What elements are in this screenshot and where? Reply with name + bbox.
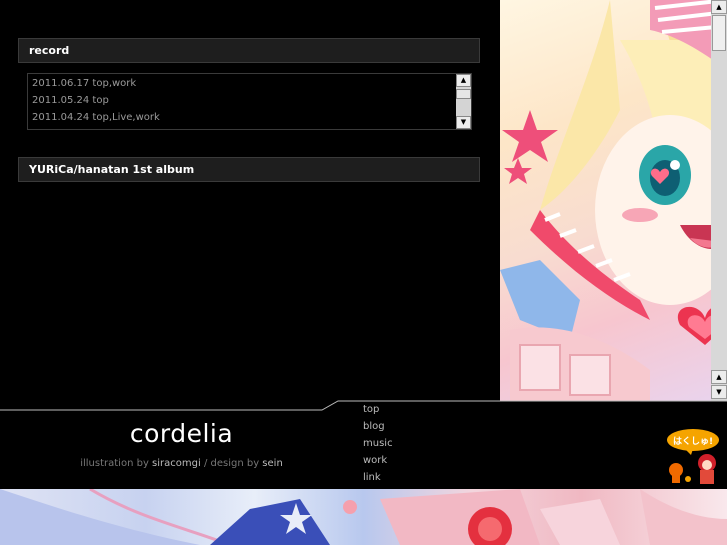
triangle-up-icon: ▲: [716, 3, 722, 11]
illustration-prefix: illustration by: [80, 458, 153, 469]
record-list-box[interactable]: 2011.06.17 top,work 2011.05.24 top 2011.…: [27, 73, 472, 130]
bottom-illustration: [0, 489, 727, 545]
nav-item-link[interactable]: link: [363, 471, 393, 488]
triangle-up-icon: ▲: [716, 373, 722, 381]
record-item[interactable]: 2011.05.24 top: [32, 92, 453, 109]
design-prefix: design by: [210, 458, 263, 469]
record-heading: record: [18, 38, 480, 63]
designer-link[interactable]: sein: [262, 458, 282, 469]
scrollbar-thumb[interactable]: [456, 89, 471, 99]
credits: illustration by siracomgi / design by se…: [0, 458, 363, 469]
album-heading: YURiCa/hanatan 1st album: [18, 157, 480, 182]
nav-item-music[interactable]: music: [363, 437, 393, 454]
credits-separator: /: [200, 458, 211, 469]
page-scroll-down-button[interactable]: ▲: [711, 370, 727, 384]
scroll-down-button[interactable]: ▼: [456, 116, 471, 129]
triangle-down-icon: ▼: [716, 388, 722, 396]
page-scroll-down-button[interactable]: ▼: [711, 385, 727, 399]
clap-banner-art: はくしゅ!: [667, 429, 719, 484]
scroll-up-button[interactable]: ▲: [456, 74, 471, 87]
triangle-down-icon: ▼: [460, 118, 467, 126]
page-scrollbar[interactable]: ▲ ▲ ▼: [711, 0, 727, 401]
clap-banner-label: はくしゅ!: [673, 436, 713, 447]
page-scroll-up-button[interactable]: ▲: [711, 0, 727, 14]
triangle-up-icon: ▲: [460, 76, 467, 84]
nav-item-work[interactable]: work: [363, 454, 393, 471]
clap-banner[interactable]: はくしゅ!: [663, 427, 723, 489]
site-title[interactable]: cordelia: [0, 419, 363, 448]
page-scrollbar-thumb[interactable]: [712, 15, 726, 51]
nav-item-top[interactable]: top: [363, 403, 393, 420]
record-scrollbar[interactable]: ▲ ▼: [456, 74, 471, 129]
nav-item-blog[interactable]: blog: [363, 420, 393, 437]
record-item[interactable]: 2011.04.24 top,Live,work: [32, 109, 453, 126]
illustration-art: [500, 0, 727, 401]
bottom-illustration-art: [0, 489, 727, 545]
record-item[interactable]: 2011.06.17 top,work: [32, 75, 453, 92]
illustrator-link[interactable]: siracomgi: [152, 458, 201, 469]
record-list: 2011.06.17 top,work 2011.05.24 top 2011.…: [32, 75, 453, 126]
footer-nav: top blog music work link: [363, 403, 393, 488]
illustration-image: [500, 0, 727, 401]
